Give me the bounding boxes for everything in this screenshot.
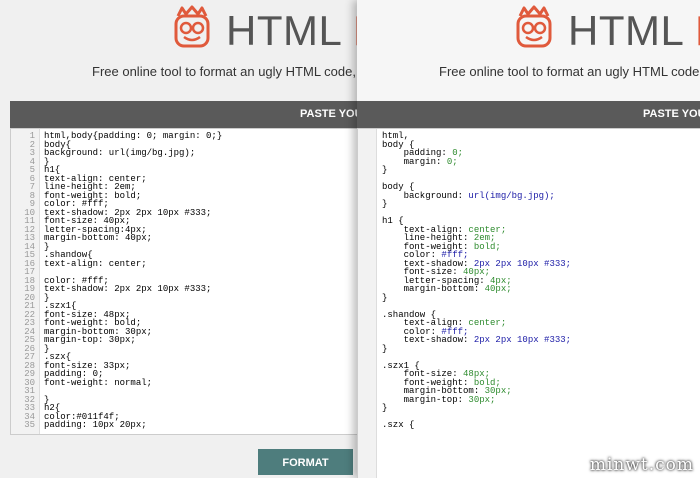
input-editor[interactable]: 1 2 3 4 5 6 7 8 9 10 11 12 13 14 15 16 17 18 19 20 21 22 23 24 2… — [10, 128, 358, 435]
code-line: } — [382, 404, 700, 413]
code-line: } — [44, 292, 50, 303]
code-line: } — [44, 343, 50, 354]
code-line: text-align: center; — [44, 258, 147, 269]
code-token: } — [382, 403, 388, 413]
code-value: 0; — [446, 156, 458, 167]
code-line: .szx { — [382, 421, 700, 430]
code-value: url(img/bg.jpg); — [468, 190, 555, 201]
code-line: html,body{padding: 0; margin: 0;} — [44, 131, 223, 141]
code-line: margin-bottom: 40px; — [44, 233, 153, 243]
line-number: 35 — [24, 420, 35, 430]
code-line: margin-bottom: 40px; — [382, 285, 700, 294]
code-token: } — [382, 343, 388, 354]
code-token: margin-top: — [382, 394, 469, 405]
code-line: padding: 10px 20px; — [44, 420, 147, 430]
code-line: } — [44, 156, 50, 167]
code-line: } — [382, 292, 700, 303]
code-line: } — [382, 166, 700, 175]
code-token: } — [382, 292, 388, 303]
watermark: minwt.com — [589, 455, 694, 475]
code-line: background: url(img/bg.jpg); — [382, 190, 700, 201]
output-code[interactable]: html, body { padding: 0; margin: 0;} body … — [382, 132, 700, 430]
paste-banner: PASTE YOUR — [357, 101, 700, 128]
right-window: HTML F Free online tool to format an ugl… — [357, 0, 700, 478]
format-button[interactable]: FORMAT — [258, 449, 353, 475]
left-window: HTML F Free online tool to format an ugl… — [0, 0, 360, 478]
tagline: Free online tool to format an ugly HTML … — [439, 64, 700, 79]
code-value: bold; — [473, 241, 501, 252]
logo-text: HTML F — [568, 7, 700, 54]
code-line: background: url(img/bg.jpg); — [44, 148, 196, 158]
output-editor[interactable]: html, body { padding: 0; margin: 0;} body … — [357, 128, 700, 478]
code-line: margin: 0; — [382, 156, 700, 167]
code-line: } — [44, 394, 50, 405]
code-value: 2px 2px 10px #333; — [473, 335, 572, 345]
robot-logo-icon — [516, 5, 552, 48]
tagline: Free online tool to format an ugly HTML … — [92, 64, 360, 79]
input-code[interactable]: html,body{padding: 0; margin: 0;} body{ba… — [44, 132, 357, 430]
code-token: .szx { — [382, 420, 415, 430]
code-line: margin-top: 30px; — [44, 335, 136, 345]
logo-text: HTML F — [226, 7, 360, 54]
code-token: background: — [382, 190, 469, 201]
code-value: 30px; — [468, 394, 496, 405]
code-line: text-shadow: 2px 2px 10px #333; — [382, 336, 700, 345]
code-token: margin-bottom: — [382, 284, 485, 294]
code-line: font-weight: normal; — [44, 377, 153, 388]
code-token: } — [382, 199, 388, 209]
code-line: text-shadow: 2px 2px 10px #333; — [44, 284, 212, 294]
code-value: 40px; — [484, 284, 512, 294]
code-line: margin-top: 30px; — [382, 394, 700, 405]
code-line: html, — [382, 132, 700, 141]
paste-banner: PASTE YOUR — [10, 101, 360, 128]
code-value: center; — [468, 318, 507, 328]
code-line: } — [382, 200, 700, 209]
code-token: text-shadow: — [382, 335, 474, 345]
code-line: } — [382, 343, 700, 354]
line-number-gutter: 1 2 3 4 5 6 7 8 9 10 11 12 13 14 15 16 17 18 19 20 21 22 23 24 2… — [11, 129, 40, 434]
robot-logo-icon — [174, 5, 210, 48]
code-token: } — [382, 165, 388, 175]
line-number-gutter — [358, 129, 377, 478]
code-token: margin: — [382, 156, 447, 167]
